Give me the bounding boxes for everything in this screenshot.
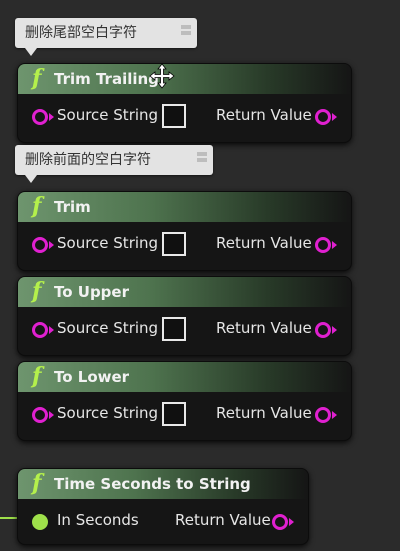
node-title: To Lower: [54, 368, 130, 386]
node-header[interactable]: f Time Seconds to String: [18, 469, 308, 499]
source-string-textbox[interactable]: [162, 402, 186, 426]
node-header[interactable]: f To Lower: [18, 362, 351, 392]
node-header[interactable]: f Trim: [18, 192, 351, 222]
source-string-textbox[interactable]: [162, 104, 186, 128]
function-icon: f: [32, 470, 42, 496]
function-icon: f: [32, 193, 42, 219]
return-value-output-pin[interactable]: [315, 407, 337, 423]
return-value-label: Return Value: [216, 404, 312, 422]
node-header[interactable]: f To Upper: [18, 277, 351, 307]
return-value-label: Return Value: [216, 319, 312, 337]
in-seconds-label: In Seconds: [57, 511, 139, 529]
source-string-label: Source String: [57, 404, 159, 422]
comment-text: 删除前面的空白字符: [25, 152, 151, 168]
source-string-label: Source String: [57, 106, 159, 124]
source-string-textbox[interactable]: [162, 317, 186, 341]
source-string-textbox[interactable]: [162, 232, 186, 256]
comment-expander-icon[interactable]: [181, 23, 191, 41]
return-value-output-pin[interactable]: [315, 322, 337, 338]
to-lower-node[interactable]: f To Lower Source String Return Value: [17, 361, 352, 441]
source-string-label: Source String: [57, 319, 159, 337]
return-value-label: Return Value: [175, 511, 271, 529]
function-icon: f: [32, 278, 42, 304]
node-title: Trim: [54, 198, 91, 216]
source-string-input-pin[interactable]: [32, 237, 54, 253]
in-seconds-input-pin[interactable]: [32, 514, 48, 530]
source-string-input-pin[interactable]: [32, 322, 54, 338]
return-value-output-pin[interactable]: [315, 109, 337, 125]
comment-text: 删除尾部空白字符: [25, 25, 137, 41]
function-icon: f: [32, 65, 42, 91]
to-upper-node[interactable]: f To Upper Source String Return Value: [17, 276, 352, 356]
source-string-label: Source String: [57, 234, 159, 252]
node-header[interactable]: f Trim Trailing: [18, 64, 351, 94]
comment-bubble[interactable]: 删除前面的空白字符: [15, 145, 213, 183]
return-value-label: Return Value: [216, 106, 312, 124]
comment-bubble[interactable]: 删除尾部空白字符: [15, 18, 197, 56]
return-value-label: Return Value: [216, 234, 312, 252]
trim-node[interactable]: f Trim Source String Return Value: [17, 191, 352, 271]
function-icon: f: [32, 363, 42, 389]
comment-expander-icon[interactable]: [197, 150, 207, 168]
return-value-output-pin[interactable]: [315, 237, 337, 253]
source-string-input-pin[interactable]: [32, 407, 54, 423]
move-cursor-icon: [149, 63, 175, 89]
node-title: Time Seconds to String: [54, 475, 251, 493]
return-value-output-pin[interactable]: [272, 514, 294, 530]
time-seconds-to-string-node[interactable]: f Time Seconds to String In Seconds Retu…: [17, 468, 309, 545]
node-title: Trim Trailing: [54, 70, 159, 88]
trim-trailing-node[interactable]: f Trim Trailing Source String Return Val…: [17, 63, 352, 143]
node-title: To Upper: [54, 283, 129, 301]
source-string-input-pin[interactable]: [32, 109, 54, 125]
